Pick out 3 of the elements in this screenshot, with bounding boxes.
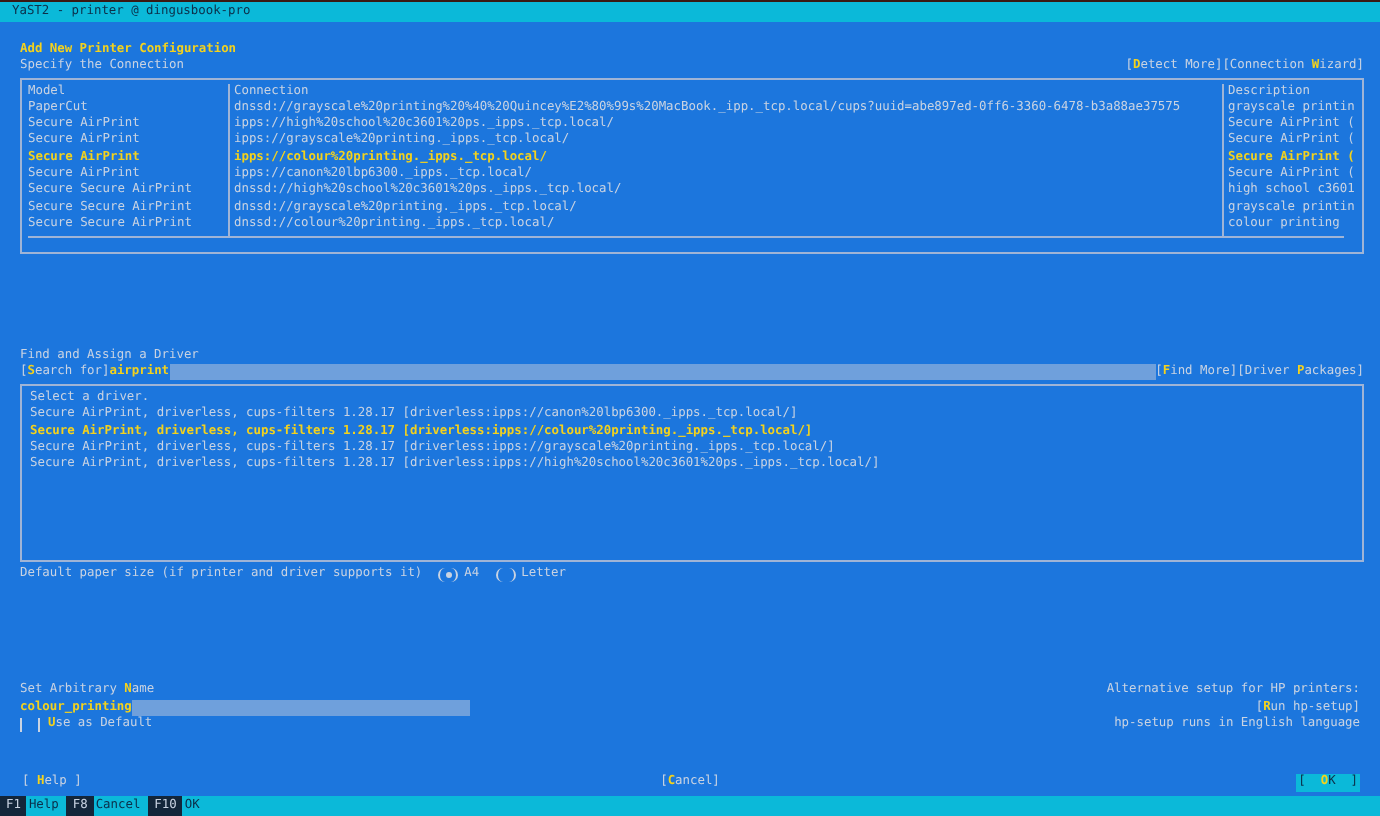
radio-icon[interactable] xyxy=(495,567,516,582)
checkbox[interactable] xyxy=(20,717,40,732)
radio-icon[interactable] xyxy=(438,567,459,582)
